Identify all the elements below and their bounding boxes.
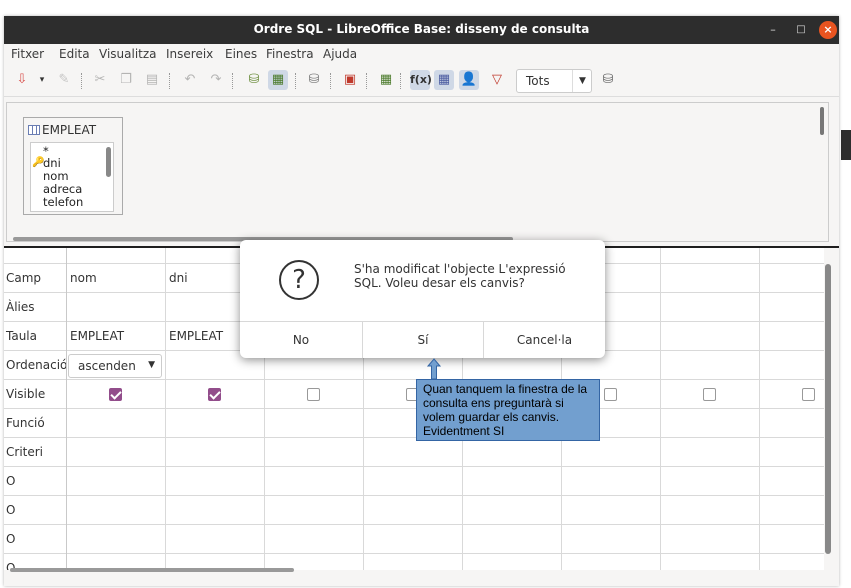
menu-finestra[interactable]: Finestra: [266, 47, 314, 61]
stop-icon[interactable]: ▣: [340, 70, 360, 90]
functions-icon[interactable]: f(x): [410, 70, 432, 90]
switch-design-view-icon[interactable]: ⛁: [598, 70, 618, 90]
arrow-up-icon: [427, 358, 441, 380]
row-label: O: [6, 532, 16, 546]
redo-icon[interactable]: ↷: [206, 70, 226, 90]
visible-checkbox[interactable]: [604, 388, 617, 401]
copy-icon[interactable]: ❐: [116, 70, 136, 90]
grid-cell-field[interactable]: nom: [70, 271, 97, 285]
row-label: O: [6, 503, 16, 517]
cut-icon[interactable]: ✂: [90, 70, 110, 90]
toolbar-separator: [366, 73, 367, 89]
toolbar-separator: [400, 73, 401, 89]
visible-checkbox[interactable]: [703, 388, 716, 401]
limit-select[interactable]: Tots ▼: [516, 69, 592, 93]
dialog-message: S'ha modificat l'objecte L'expressió SQL…: [354, 262, 566, 290]
field-list: * 🔑 dni nom adreca telefon: [30, 142, 114, 212]
edit-icon[interactable]: ✎: [54, 70, 74, 90]
grid-horizontal-scrollbar[interactable]: [10, 568, 294, 572]
row-label: Taula: [6, 329, 37, 343]
menu-fitxer[interactable]: Fitxer: [11, 47, 44, 61]
chevron-down-icon: ▼: [148, 360, 155, 370]
chevron-down-icon: ▼: [572, 70, 592, 92]
title-bar: Ordre SQL - LibreOffice Base: disseny de…: [4, 16, 839, 44]
distinct-values-icon[interactable]: ▽: [487, 70, 507, 90]
field-item[interactable]: nom: [43, 169, 69, 183]
run-dropdown-icon[interactable]: ▾: [32, 70, 52, 90]
yes-button[interactable]: Sí: [363, 322, 484, 358]
menu-insereix[interactable]: Insereix: [166, 47, 213, 61]
column-divider: [165, 248, 166, 570]
table-design-area: EMPLEAT * 🔑 dni nom adreca telefon: [6, 102, 829, 242]
column-divider: [660, 248, 661, 570]
row-label: Funció: [6, 416, 45, 430]
close-icon[interactable]: ×: [819, 21, 837, 39]
toolbar-separator: [330, 73, 331, 89]
table-icon: [28, 125, 40, 135]
save-changes-dialog: ? S'ha modificat l'objecte L'expressió S…: [240, 240, 605, 358]
row-label: Visible: [6, 387, 46, 401]
menu-eines[interactable]: Eines: [225, 47, 257, 61]
grid-cell-table[interactable]: EMPLEAT: [169, 329, 223, 343]
visible-checkbox[interactable]: [802, 388, 815, 401]
toolbar-separator: [232, 73, 233, 89]
status-bar: [4, 574, 839, 586]
run-sql-icon[interactable]: ⛁: [244, 70, 264, 90]
design-view-icon[interactable]: ▦: [268, 70, 288, 90]
toolbar: ⇩ ▾ ✎ ✂ ❐ ▤ ↶ ↷ ⛁ ▦ ⛁ ▣ ▦ f(x) ▦ 👤 ▽ Tot…: [4, 65, 839, 97]
menu-visualitza[interactable]: Visualitza: [99, 47, 157, 61]
visible-checkbox[interactable]: [307, 388, 320, 401]
no-button[interactable]: No: [240, 322, 363, 358]
sort-order-select[interactable]: ascenden ▼: [68, 354, 162, 378]
grid-row-funcio: Funció: [4, 409, 824, 438]
toolbar-separator: [169, 73, 170, 89]
cancel-button[interactable]: Cancel·la: [484, 322, 605, 358]
visible-checkbox[interactable]: [208, 388, 221, 401]
grid-row-criteri: Criteri: [4, 438, 824, 467]
field-item[interactable]: telefon: [43, 195, 83, 209]
row-label: Àlies: [6, 300, 35, 314]
toolbar-separator: [295, 73, 296, 89]
window-title: Ordre SQL - LibreOffice Base: disseny de…: [253, 22, 590, 36]
table-window-title: EMPLEAT: [28, 123, 96, 137]
background-window-edge: [841, 130, 851, 160]
grid-vertical-scrollbar[interactable]: [825, 264, 831, 554]
field-item[interactable]: adreca: [43, 182, 82, 196]
minimize-icon[interactable]: –: [764, 21, 782, 39]
row-label: Ordenació: [6, 358, 68, 372]
maximize-icon[interactable]: □: [792, 21, 810, 39]
menu-edita[interactable]: Edita: [59, 47, 90, 61]
table-name-icon[interactable]: ▦: [434, 70, 454, 90]
grid-cell-table[interactable]: EMPLEAT: [70, 329, 124, 343]
visible-checkbox[interactable]: [109, 388, 122, 401]
run-query-icon[interactable]: ⇩: [12, 70, 32, 90]
grid-row-o: O: [4, 496, 824, 525]
limit-value: Tots: [526, 74, 550, 88]
grid-row-o: O: [4, 525, 824, 554]
column-divider: [66, 248, 67, 570]
clear-query-icon[interactable]: ⛁: [304, 70, 324, 90]
field-list-scrollbar[interactable]: [106, 147, 111, 177]
table-window-empleat[interactable]: EMPLEAT * 🔑 dni nom adreca telefon: [23, 117, 123, 215]
row-label: Criteri: [6, 445, 44, 459]
undo-icon[interactable]: ↶: [180, 70, 200, 90]
annotation-callout: Quan tanquem la finestra de la consulta …: [416, 379, 600, 441]
row-label: O: [6, 474, 16, 488]
menu-bar: Fitxer Edita Visualitza Insereix Eines F…: [4, 44, 839, 64]
grid-row-o: O: [4, 467, 824, 496]
grid-cell-field[interactable]: dni: [169, 271, 188, 285]
paste-icon[interactable]: ▤: [142, 70, 162, 90]
sort-order-value: ascenden: [78, 359, 136, 373]
alias-icon[interactable]: 👤: [459, 70, 479, 90]
design-area-vertical-scrollbar[interactable]: [820, 107, 824, 135]
add-table-icon[interactable]: ▦: [376, 70, 396, 90]
menu-ajuda[interactable]: Ajuda: [323, 47, 357, 61]
toolbar-separator: [81, 73, 82, 89]
dialog-button-row: No Sí Cancel·la: [240, 321, 605, 358]
row-label: Camp: [6, 271, 42, 285]
field-item[interactable]: dni: [43, 156, 61, 170]
question-icon: ?: [279, 260, 319, 300]
column-divider: [759, 248, 760, 570]
